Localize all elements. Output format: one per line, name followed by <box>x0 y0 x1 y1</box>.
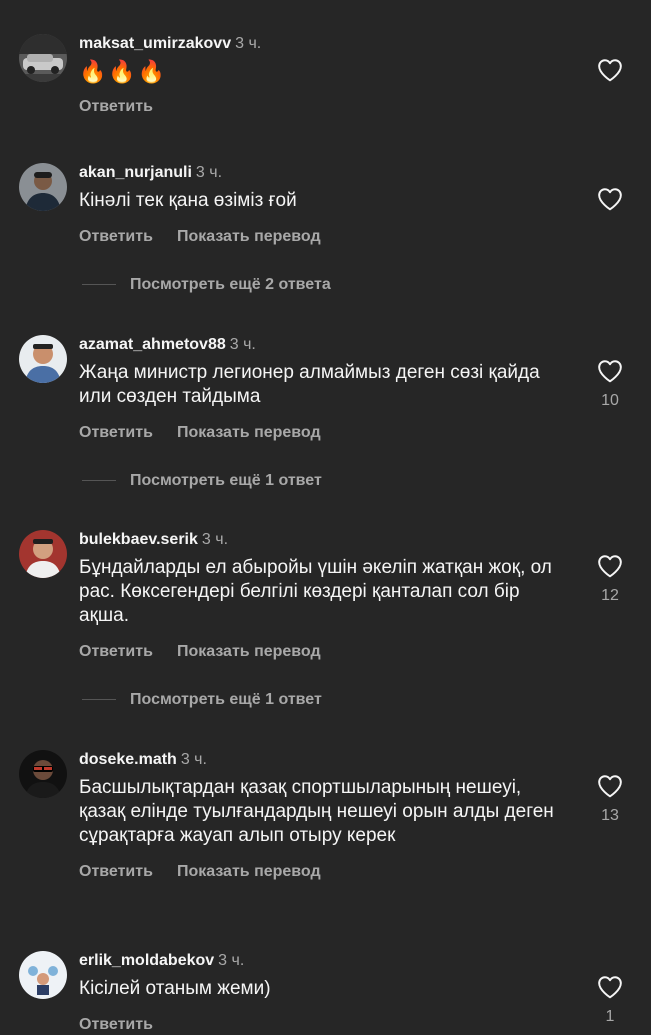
like-button[interactable] <box>597 187 623 219</box>
view-more-replies-label: Посмотреть ещё 1 ответ <box>130 472 322 489</box>
reply-button[interactable]: Ответить <box>79 863 153 880</box>
view-more-replies[interactable]: Посмотреть ещё 1 ответ <box>82 471 322 491</box>
like-button[interactable] <box>597 58 623 90</box>
replies-divider <box>82 284 116 286</box>
translate-button[interactable]: Показать перевод <box>177 863 321 880</box>
like-button[interactable]: 1 <box>597 975 623 1027</box>
reply-button[interactable]: Ответить <box>79 424 153 441</box>
translate-button[interactable]: Показать перевод <box>177 643 321 660</box>
reply-button[interactable]: Ответить <box>79 98 153 115</box>
translate-button[interactable]: Показать перевод <box>177 424 321 441</box>
avatar[interactable] <box>19 750 67 798</box>
like-button[interactable]: 13 <box>597 774 623 826</box>
like-count: 12 <box>601 587 619 604</box>
heart-outline-icon <box>598 59 622 82</box>
heart-outline-icon <box>598 555 622 578</box>
timestamp: 3 ч. <box>229 336 256 353</box>
timestamp: 3 ч. <box>201 531 229 548</box>
comment-text: Бұндайларды ел абыройы үшін әкеліп жатқа… <box>79 557 552 626</box>
view-more-replies[interactable]: Посмотреть ещё 2 ответа <box>82 275 331 295</box>
comment-text: Кісілей отаным жеми) <box>79 978 271 999</box>
avatar[interactable] <box>19 34 67 82</box>
avatar[interactable] <box>19 951 67 999</box>
heart-outline-icon <box>598 188 622 211</box>
replies-divider <box>82 699 116 701</box>
heart-outline-icon <box>598 775 622 798</box>
timestamp: 3 ч. <box>180 751 207 768</box>
like-count: 10 <box>601 392 619 409</box>
username[interactable]: azamat_ahmetov88 <box>79 336 226 353</box>
like-count: 13 <box>601 807 619 824</box>
like-button[interactable]: 10 <box>597 359 623 411</box>
username[interactable]: akan_nurjanuli <box>79 164 192 181</box>
view-more-replies[interactable]: Посмотреть ещё 1 ответ <box>82 690 322 710</box>
like-count: 1 <box>605 1008 615 1025</box>
avatar[interactable] <box>19 163 67 211</box>
reply-button[interactable]: Ответить <box>79 1016 153 1033</box>
comment-text: 🔥🔥🔥 <box>79 59 168 84</box>
comment-text: Кінәлі тек қана өзіміз ғой <box>79 190 297 211</box>
avatar[interactable] <box>19 530 67 578</box>
like-button[interactable]: 12 <box>597 554 623 606</box>
view-more-replies-label: Посмотреть ещё 1 ответ <box>130 691 322 708</box>
timestamp: 3 ч. <box>195 164 223 181</box>
heart-outline-icon <box>598 360 622 383</box>
username[interactable]: doseke.math <box>79 751 177 768</box>
timestamp: 3 ч. <box>218 952 245 969</box>
translate-button[interactable]: Показать перевод <box>177 228 321 245</box>
comment-text: Жаңа министр легионер алмаймыз деген сөз… <box>79 362 540 407</box>
replies-divider <box>82 480 116 482</box>
reply-button[interactable]: Ответить <box>79 228 153 245</box>
username[interactable]: maksat_umirzakovv <box>79 35 231 52</box>
username[interactable]: bulekbaev.serik <box>79 531 198 548</box>
timestamp: 3 ч. <box>235 35 262 52</box>
view-more-replies-label: Посмотреть ещё 2 ответа <box>130 276 331 293</box>
reply-button[interactable]: Ответить <box>79 643 153 660</box>
heart-outline-icon <box>598 976 622 999</box>
username[interactable]: erlik_moldabekov <box>79 952 214 969</box>
avatar[interactable] <box>19 335 67 383</box>
comment-text: Басшылықтардан қазақ спортшыларының неше… <box>79 777 554 846</box>
